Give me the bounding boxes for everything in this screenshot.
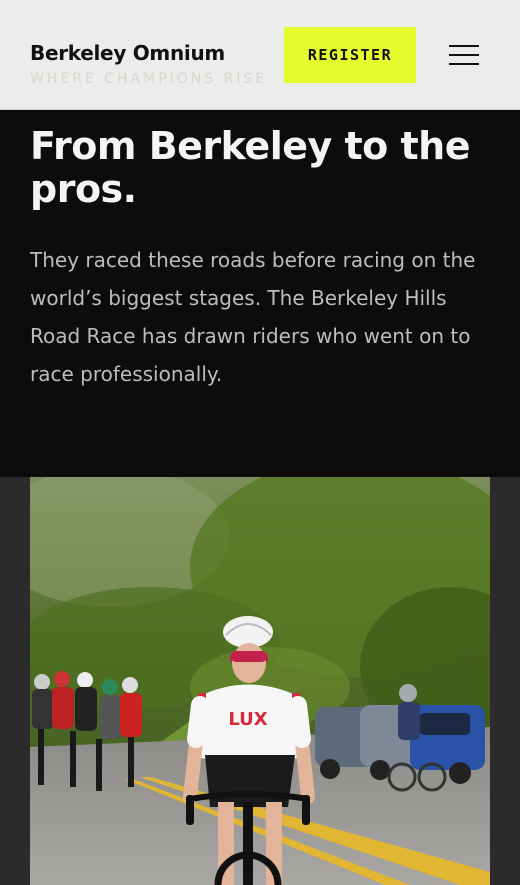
register-button[interactable]: REGISTER xyxy=(284,27,416,83)
menu-line xyxy=(449,63,479,65)
hamburger-menu-icon[interactable] xyxy=(446,42,480,68)
hero-section: From Berkeley to the pros. They raced th… xyxy=(0,110,520,477)
site-logo[interactable]: Berkeley Omnium xyxy=(30,41,225,65)
menu-line xyxy=(449,45,479,47)
jersey-text: LUX xyxy=(228,709,267,730)
hero-title: From Berkeley to the pros. xyxy=(30,124,471,211)
hero-body: They raced these roads before racing on … xyxy=(30,248,476,386)
race-photo: LUX xyxy=(30,477,490,885)
site-header: Berkeley Omnium WHERE CHAMPIONS RISE REG… xyxy=(0,0,520,110)
photo-band: LUX xyxy=(0,477,520,885)
menu-line xyxy=(449,54,479,56)
hero-eyebrow: WHERE CHAMPIONS RISE xyxy=(30,71,268,87)
